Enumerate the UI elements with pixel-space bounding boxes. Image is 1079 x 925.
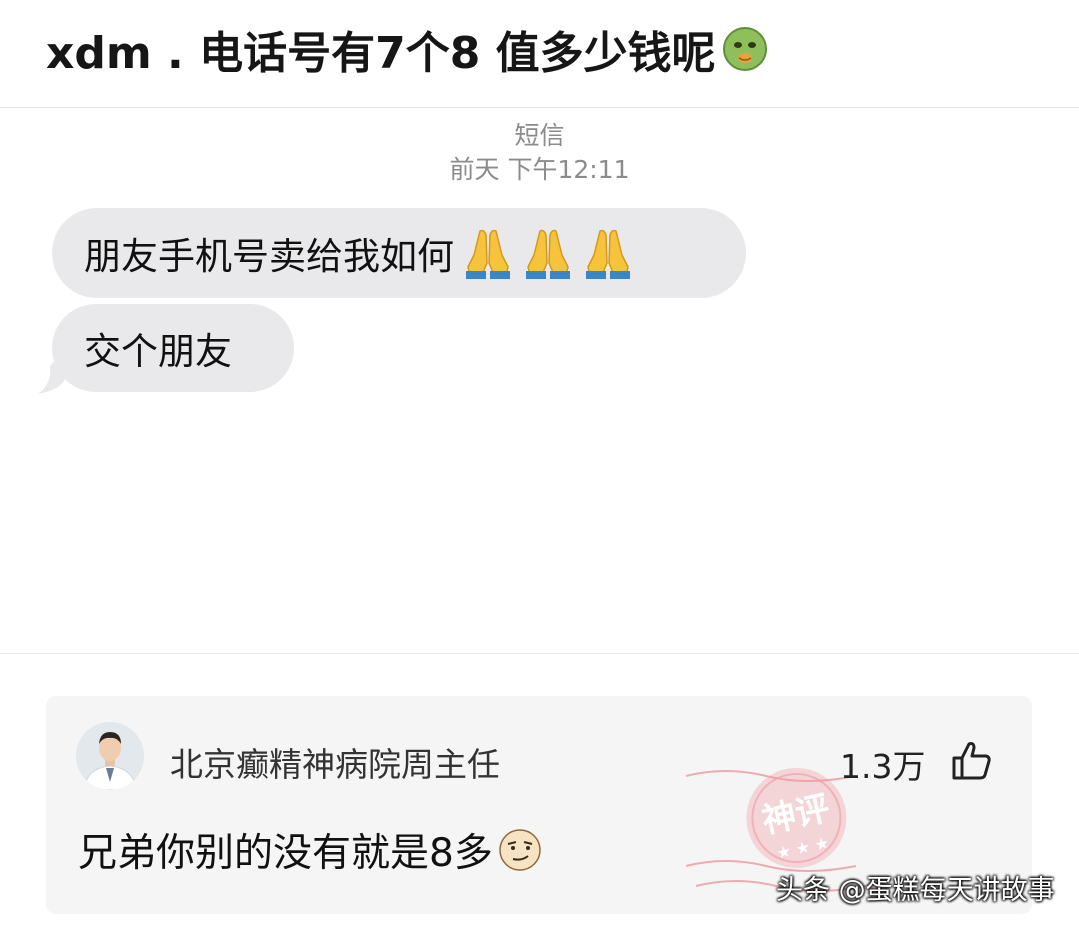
message-text: 朋友手机号卖给我如何 xyxy=(84,235,454,278)
post-title-text: xdm . 电话号有7个8 值多少钱呢 xyxy=(46,28,716,79)
like-count: 1.3万 xyxy=(840,747,926,786)
comment-body: 兄弟你别的没有就是8多 xyxy=(78,831,493,876)
thumbs-up-icon[interactable] xyxy=(950,740,992,780)
sms-timestamp: 前天 下午12:11 xyxy=(449,155,630,184)
nauseated-face-icon xyxy=(722,27,767,71)
sms-screenshot: 短信 前天 下午12:11 朋友手机号卖给我如何 交个朋友 xyxy=(0,107,1079,654)
message-text: 交个朋友 xyxy=(84,330,232,373)
message-bubble: 交个朋友 xyxy=(52,304,294,392)
avatar[interactable] xyxy=(76,722,144,790)
comment-username[interactable]: 北京癫精神病院周主任 xyxy=(170,738,500,786)
folded-hands-icon xyxy=(466,229,510,279)
comment-text: 兄弟你别的没有就是8多 xyxy=(78,822,543,878)
message-bubble: 朋友手机号卖给我如何 xyxy=(52,208,746,298)
doctor-avatar-icon xyxy=(76,722,144,790)
folded-hands-icon xyxy=(586,229,630,279)
watermark: 头条 @蛋糕每天讲故事 xyxy=(776,875,1055,906)
bubble-tail xyxy=(38,348,66,394)
sms-label: 短信 xyxy=(514,121,565,150)
folded-hands-icon xyxy=(526,229,570,279)
smirk-face-icon xyxy=(499,829,541,871)
post-title: xdm . 电话号有7个8 值多少钱呢 xyxy=(46,18,768,80)
